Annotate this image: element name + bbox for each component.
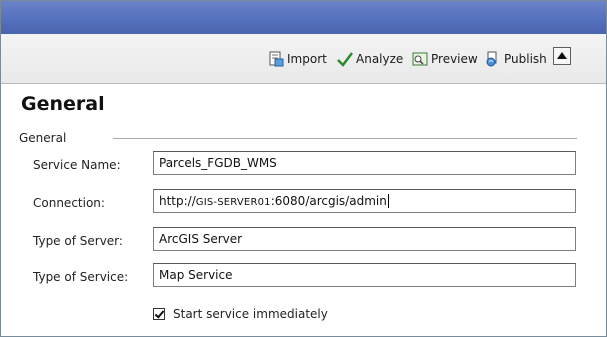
section-label: General bbox=[19, 131, 67, 145]
import-button[interactable]: Import bbox=[268, 48, 327, 70]
service-type-label: Type of Service: bbox=[33, 270, 129, 284]
checkmark-icon bbox=[337, 51, 353, 67]
service-type-input[interactable]: Map Service bbox=[153, 263, 576, 287]
service-editor-window: Import Analyze Preview Publish General G… bbox=[0, 0, 607, 337]
section-divider bbox=[113, 138, 577, 139]
preview-label: Preview bbox=[431, 52, 478, 66]
start-service-checkbox[interactable] bbox=[153, 308, 165, 320]
connection-protocol: http:// bbox=[159, 194, 196, 208]
connection-host: GIS-SERVER01 bbox=[195, 197, 271, 208]
preview-icon bbox=[412, 51, 428, 67]
toolbar: Import Analyze Preview Publish bbox=[1, 34, 606, 84]
service-name-input[interactable]: Parcels_FGDB_WMS bbox=[153, 151, 576, 175]
connection-label: Connection: bbox=[33, 196, 105, 210]
publish-label: Publish bbox=[504, 52, 547, 66]
start-service-label[interactable]: Start service immediately bbox=[173, 307, 328, 321]
server-type-input[interactable]: ArcGIS Server bbox=[153, 227, 576, 251]
service-name-label: Service Name: bbox=[33, 158, 121, 172]
page-title: General bbox=[21, 93, 105, 115]
collapse-button[interactable] bbox=[553, 47, 571, 65]
title-bar bbox=[1, 1, 606, 34]
import-label: Import bbox=[287, 52, 327, 66]
preview-button[interactable]: Preview bbox=[412, 48, 478, 70]
analyze-label: Analyze bbox=[356, 52, 404, 66]
import-icon bbox=[268, 51, 284, 67]
connection-path: :6080/arcgis/admin bbox=[270, 194, 387, 208]
connection-input[interactable]: http://GIS-SERVER01:6080/arcgis/admin bbox=[153, 189, 576, 213]
analyze-button[interactable]: Analyze bbox=[337, 48, 403, 70]
publish-button[interactable]: Publish bbox=[485, 48, 547, 70]
server-type-label: Type of Server: bbox=[33, 234, 123, 248]
publish-icon bbox=[485, 51, 501, 67]
text-caret bbox=[387, 194, 389, 208]
